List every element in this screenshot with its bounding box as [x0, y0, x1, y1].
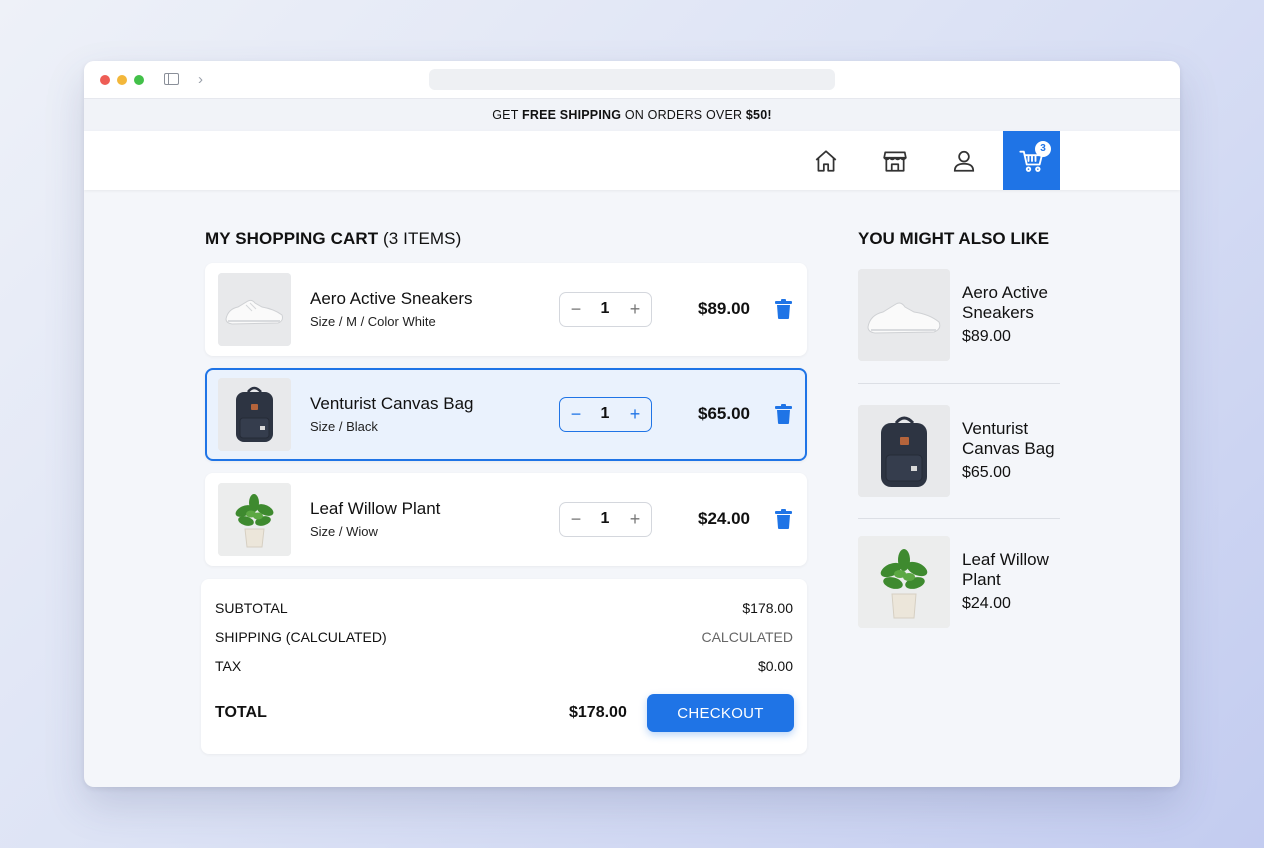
total-value: $178.00 — [569, 704, 627, 721]
tax-value: $0.00 — [757, 658, 793, 674]
recommendation-item[interactable]: Aero Active Sneakers $89.00 — [858, 269, 1060, 389]
nav-store[interactable] — [867, 131, 923, 190]
maximize-window-button[interactable] — [134, 75, 144, 85]
cart-item-variant: Size / M / Color White — [310, 314, 436, 329]
quantity-stepper: − 1 + — [559, 397, 652, 432]
nav-home[interactable] — [798, 131, 854, 190]
trash-icon — [775, 509, 792, 529]
recommendation-item[interactable]: Venturist Canvas Bag $65.00 — [858, 405, 1060, 525]
cart-item-variant: Size / Wiow — [310, 524, 378, 539]
total-label: TOTAL — [215, 704, 267, 721]
delete-item-button[interactable] — [775, 299, 792, 324]
cart-item: Leaf Willow Plant Size / Wiow − 1 + $24.… — [205, 473, 807, 566]
product-image-backpack[interactable] — [858, 405, 950, 497]
promo-banner: GET FREE SHIPPING ON ORDERS OVER $50! — [84, 99, 1180, 131]
quantity-stepper: − 1 + — [559, 502, 652, 537]
cart-item-price: $65.00 — [698, 404, 750, 423]
close-window-button[interactable] — [100, 75, 110, 85]
cart-item-name[interactable]: Aero Active Sneakers — [310, 289, 473, 309]
cart-title-text: MY SHOPPING CART — [205, 229, 379, 248]
recommendation-price: $24.00 — [962, 595, 1011, 612]
decrease-quantity-button[interactable]: − — [562, 503, 590, 535]
cart-item-name[interactable]: Leaf Willow Plant — [310, 499, 440, 519]
forward-icon[interactable]: › — [198, 71, 203, 88]
shipping-label: SHIPPING (CALCULATED) — [215, 629, 387, 645]
cart-item-variant: Size / Black — [310, 419, 378, 434]
product-image-plant[interactable] — [858, 536, 950, 628]
cart-item: Aero Active Sneakers Size / M / Color Wh… — [205, 263, 807, 356]
account-icon — [953, 150, 975, 172]
browser-titlebar: › — [84, 61, 1180, 99]
divider — [858, 518, 1060, 519]
increase-quantity-button[interactable]: + — [621, 503, 649, 535]
promo-text: ON ORDERS OVER — [621, 108, 746, 122]
delete-item-button[interactable] — [775, 509, 792, 534]
recommendation-name[interactable]: Aero Active Sneakers — [962, 283, 1062, 323]
recommendation-price: $89.00 — [962, 328, 1011, 345]
increase-quantity-button[interactable]: + — [621, 398, 649, 430]
decrease-quantity-button[interactable]: − — [562, 293, 590, 325]
subtotal-value: $178.00 — [742, 600, 793, 616]
nav-cart[interactable]: 3 — [1003, 131, 1060, 190]
quantity-value[interactable]: 1 — [590, 503, 620, 535]
recommendation-name[interactable]: Venturist Canvas Bag — [962, 419, 1062, 459]
sidebar-toggle-icon[interactable] — [164, 73, 179, 85]
cart-item-name[interactable]: Venturist Canvas Bag — [310, 394, 473, 414]
delete-item-button[interactable] — [775, 404, 792, 429]
promo-highlight: FREE SHIPPING — [522, 108, 622, 122]
nav-account[interactable] — [936, 131, 992, 190]
cart-item-count: (3 ITEMS) — [383, 229, 462, 248]
promo-text: GET — [492, 108, 522, 122]
divider — [858, 383, 1060, 384]
cart-item-selected: Venturist Canvas Bag Size / Black − 1 + … — [205, 368, 807, 461]
cart-count-badge: 3 — [1035, 141, 1051, 157]
product-image-plant[interactable] — [218, 483, 291, 556]
recommendation-name[interactable]: Leaf Willow Plant — [962, 550, 1062, 590]
address-bar[interactable] — [429, 69, 835, 90]
cart-item-price: $24.00 — [698, 509, 750, 528]
product-image-backpack[interactable] — [218, 378, 291, 451]
trash-icon — [775, 299, 792, 319]
product-image-sneaker[interactable] — [858, 269, 950, 361]
recommendations-title: YOU MIGHT ALSO LIKE — [858, 229, 1050, 248]
quantity-value[interactable]: 1 — [590, 293, 620, 325]
order-summary: SUBTOTAL $178.00 SHIPPING (CALCULATED) C… — [201, 579, 807, 754]
increase-quantity-button[interactable]: + — [621, 293, 649, 325]
checkout-button[interactable]: CHECKOUT — [647, 694, 794, 732]
quantity-stepper: − 1 + — [559, 292, 652, 327]
trash-icon — [775, 404, 792, 424]
browser-window: › GET FREE SHIPPING ON ORDERS OVER $50! … — [84, 61, 1180, 787]
subtotal-label: SUBTOTAL — [215, 600, 288, 616]
shipping-value: CALCULATED — [701, 629, 793, 645]
top-navbar: 3 — [84, 131, 1180, 190]
promo-highlight: $50! — [745, 108, 772, 122]
home-icon — [815, 149, 837, 172]
product-image-sneaker[interactable] — [218, 273, 291, 346]
cart-item-price: $89.00 — [698, 299, 750, 318]
quantity-value[interactable]: 1 — [590, 398, 620, 430]
cart-title: MY SHOPPING CART (3 ITEMS) — [205, 229, 461, 249]
tax-label: TAX — [215, 658, 242, 674]
recommendation-item[interactable]: Leaf Willow Plant $24.00 — [858, 536, 1060, 656]
decrease-quantity-button[interactable]: − — [562, 398, 590, 430]
store-icon — [883, 150, 907, 172]
recommendation-price: $65.00 — [962, 464, 1011, 481]
minimize-window-button[interactable] — [117, 75, 127, 85]
